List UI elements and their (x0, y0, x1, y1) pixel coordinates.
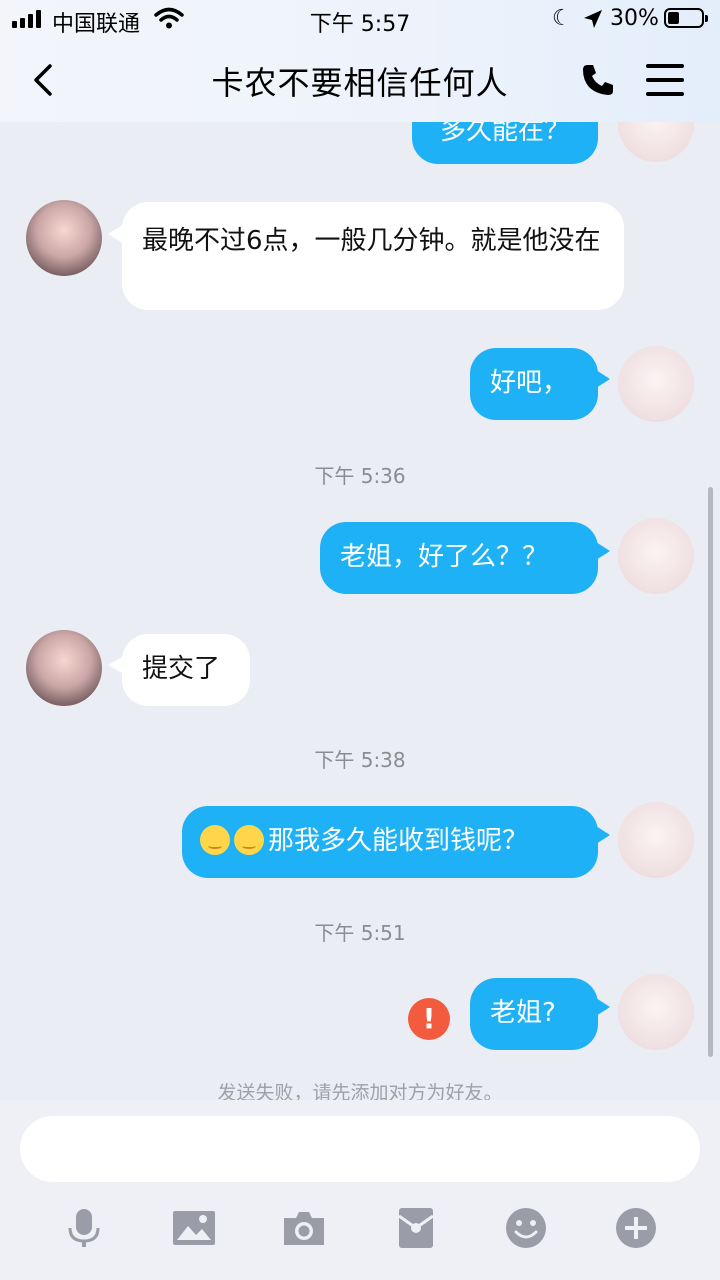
location-arrow-icon (584, 10, 602, 28)
chat-area[interactable]: 多久能在？ 最晚不过6点，一般几分钟。就是他没在 好吧， 下午 5:36 老姐，… (0, 122, 720, 1100)
bubble-tail (596, 542, 610, 560)
message-bubble-outgoing[interactable]: 多久能在？ (412, 122, 598, 164)
avatar-self[interactable] (618, 518, 694, 594)
message-text: 老姐，好了么？？ (340, 542, 549, 572)
menu-icon[interactable] (646, 64, 684, 96)
message-bubble-incoming[interactable]: 最晚不过6点，一般几分钟。就是他没在 (122, 202, 624, 310)
status-bar: 中国联通 下午 5:57 ☾ 30% (0, 0, 720, 38)
battery-icon (664, 8, 708, 28)
red-packet-icon[interactable] (394, 1206, 438, 1250)
message-text: 最晚不过6点，一般几分钟。就是他没在 (142, 226, 601, 256)
message-text: 好吧， (490, 368, 569, 398)
image-icon[interactable] (172, 1206, 216, 1250)
message-text: 那我多久能收到钱呢？ (268, 826, 529, 856)
bubble-tail (596, 998, 610, 1016)
camera-icon[interactable] (282, 1206, 326, 1250)
message-bubble-outgoing[interactable]: 那我多久能收到钱呢？ (182, 806, 598, 878)
timestamp: 下午 5:36 (314, 464, 406, 488)
message-input[interactable] (20, 1116, 700, 1182)
avatar-self[interactable] (618, 122, 694, 162)
send-failed-icon[interactable]: ! (408, 998, 450, 1040)
composer-bar (0, 1100, 720, 1280)
send-failure-notice: 发送失败，请先添加对方为好友。 (217, 1082, 503, 1100)
relieved-face-emoji (234, 825, 264, 855)
scrollbar[interactable] (708, 487, 713, 1057)
avatar-self[interactable] (618, 974, 694, 1050)
message-text: 多久能在？ (439, 122, 570, 146)
microphone-icon[interactable] (62, 1206, 106, 1250)
phone-icon[interactable] (578, 60, 618, 100)
emoji-icon[interactable] (504, 1206, 548, 1250)
message-bubble-outgoing[interactable]: 老姐，好了么？？ (320, 522, 598, 594)
top-bar: 中国联通 下午 5:57 ☾ 30% 卡农不要相信任何人 (0, 0, 720, 122)
message-text: 提交了 (142, 654, 221, 684)
relieved-face-emoji (200, 825, 230, 855)
do-not-disturb-icon: ☾ (552, 6, 572, 31)
timestamp: 下午 5:51 (314, 921, 406, 945)
message-text: 老姐? (490, 998, 556, 1028)
plus-icon[interactable] (614, 1206, 658, 1250)
bubble-tail (596, 826, 610, 844)
avatar-contact[interactable] (26, 630, 102, 706)
avatar-contact[interactable] (26, 200, 102, 276)
message-bubble-outgoing[interactable]: 好吧， (470, 348, 598, 420)
avatar-self[interactable] (618, 802, 694, 878)
timestamp: 下午 5:38 (314, 748, 406, 772)
battery-percent: 30% (610, 6, 659, 31)
message-bubble-outgoing[interactable]: 老姐? (470, 978, 598, 1050)
avatar-self[interactable] (618, 346, 694, 422)
message-bubble-incoming[interactable]: 提交了 (122, 634, 250, 706)
bubble-tail (596, 370, 610, 388)
